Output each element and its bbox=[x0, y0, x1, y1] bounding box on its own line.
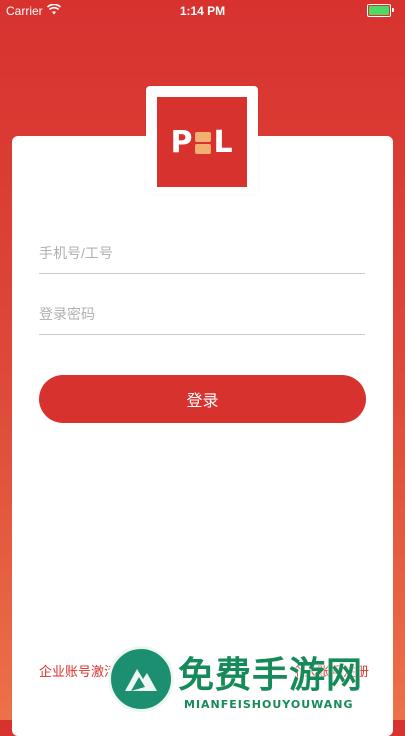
logo-frame: PL bbox=[146, 86, 258, 194]
watermark-title: 免费手游网 bbox=[178, 655, 364, 696]
status-bar: Carrier 1:14 PM bbox=[0, 0, 405, 22]
battery-icon bbox=[367, 4, 394, 17]
status-time: 1:14 PM bbox=[179, 4, 226, 18]
app-logo: PL bbox=[157, 97, 247, 187]
enterprise-activation-link[interactable]: 企业账号激活 bbox=[39, 661, 117, 680]
login-button[interactable]: 登录 bbox=[39, 375, 366, 423]
phone-field[interactable] bbox=[39, 233, 365, 274]
logo-b-mark-icon bbox=[195, 132, 212, 154]
watermark-subtitle: MIANFEISHOUYOUWANG bbox=[184, 698, 354, 711]
password-field[interactable] bbox=[39, 294, 365, 335]
phone-input[interactable] bbox=[39, 233, 365, 273]
watermark: 免费手游网 MIANFEISHOUYOUWANG bbox=[108, 646, 405, 720]
logo-letter-l: L bbox=[213, 124, 234, 160]
password-input[interactable] bbox=[39, 294, 365, 334]
watermark-logo-icon bbox=[108, 646, 174, 712]
logo-letter-p: P bbox=[170, 124, 194, 160]
